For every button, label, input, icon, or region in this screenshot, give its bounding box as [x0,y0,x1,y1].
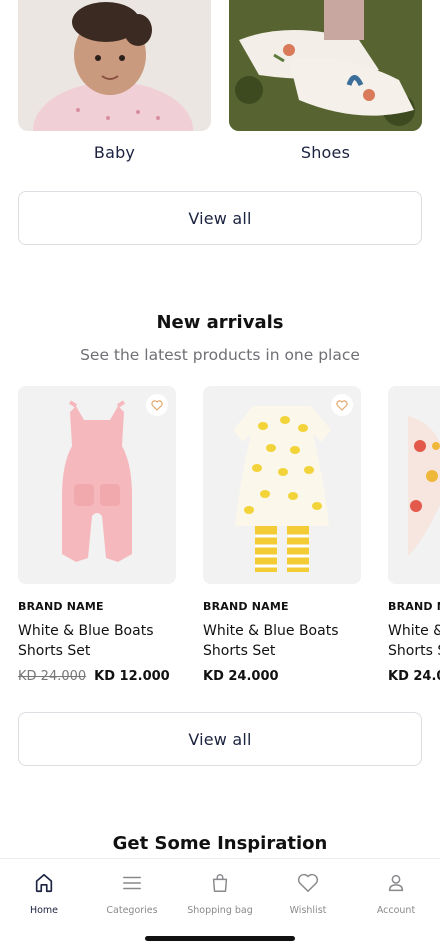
category-label: Shoes [300,143,351,162]
product-name: White & Blue Boats Shorts Set [203,623,339,659]
product-brand: BRAND NAME [18,600,104,613]
bag-icon [208,871,232,895]
product-current-price: KD 12.000 [94,669,170,684]
product-current-price: KD 24.000 [203,669,279,684]
nav-label: Home [29,905,59,916]
product-price: KD 24.000 [203,669,361,684]
user-icon [384,871,408,895]
nav-item-home[interactable]: Home [0,859,88,952]
product-current-price: KD 24.000 [388,669,440,684]
category-label: Baby [93,143,136,162]
product-image[interactable] [203,386,361,584]
product-brand: BRAND NAME [203,600,289,613]
category-card-baby[interactable]: Baby [18,0,211,162]
product-old-price: KD 24.000 [18,669,87,684]
nav-label: Categories [106,905,158,916]
wishlist-heart-button[interactable] [146,394,168,416]
heart-icon [336,399,348,411]
inspiration-title: Get Some Inspiration [112,833,328,854]
new-arrivals-view-all-button[interactable]: View all [18,712,422,766]
home-icon [32,871,56,895]
product-image[interactable] [18,386,176,584]
category-card-shoes[interactable]: Shoes [229,0,422,162]
product-brand: BRAND NAME [388,600,440,613]
nav-label: Wishlist [289,905,327,916]
nav-item-account[interactable]: Account [352,859,440,952]
home-indicator [145,936,295,941]
product-price: KD 24.000 KD 12.000 [18,669,176,684]
product-name: White & Blue Boats Shorts Set [18,623,154,659]
heart-icon [151,399,163,411]
categories-view-all-button[interactable]: View all [18,191,422,245]
product-image[interactable] [388,386,440,584]
product-card[interactable]: BRAND NAME White & Blue Boats Shorts Set… [203,386,361,684]
nav-label: Account [376,905,416,916]
product-card[interactable]: BRAND NAME White & Blue Boats Shorts Set… [388,386,440,684]
wishlist-heart-button[interactable] [331,394,353,416]
nav-label: Shopping bag [187,905,253,916]
new-arrivals-subtitle: See the latest products in one place [80,346,360,364]
product-name: White & Blue Boats Shorts Set [388,623,440,659]
baby-category-image[interactable] [18,0,211,131]
menu-icon [120,871,144,895]
shoes-category-image[interactable] [229,0,422,131]
product-price: KD 24.000 [388,669,440,684]
category-row: Baby Shoes [18,0,422,162]
product-card[interactable]: BRAND NAME White & Blue Boats Shorts Set… [18,386,176,684]
new-arrivals-title: New arrivals [156,312,284,333]
heart-icon [296,871,320,895]
product-carousel[interactable]: BRAND NAME White & Blue Boats Shorts Set… [18,386,440,696]
